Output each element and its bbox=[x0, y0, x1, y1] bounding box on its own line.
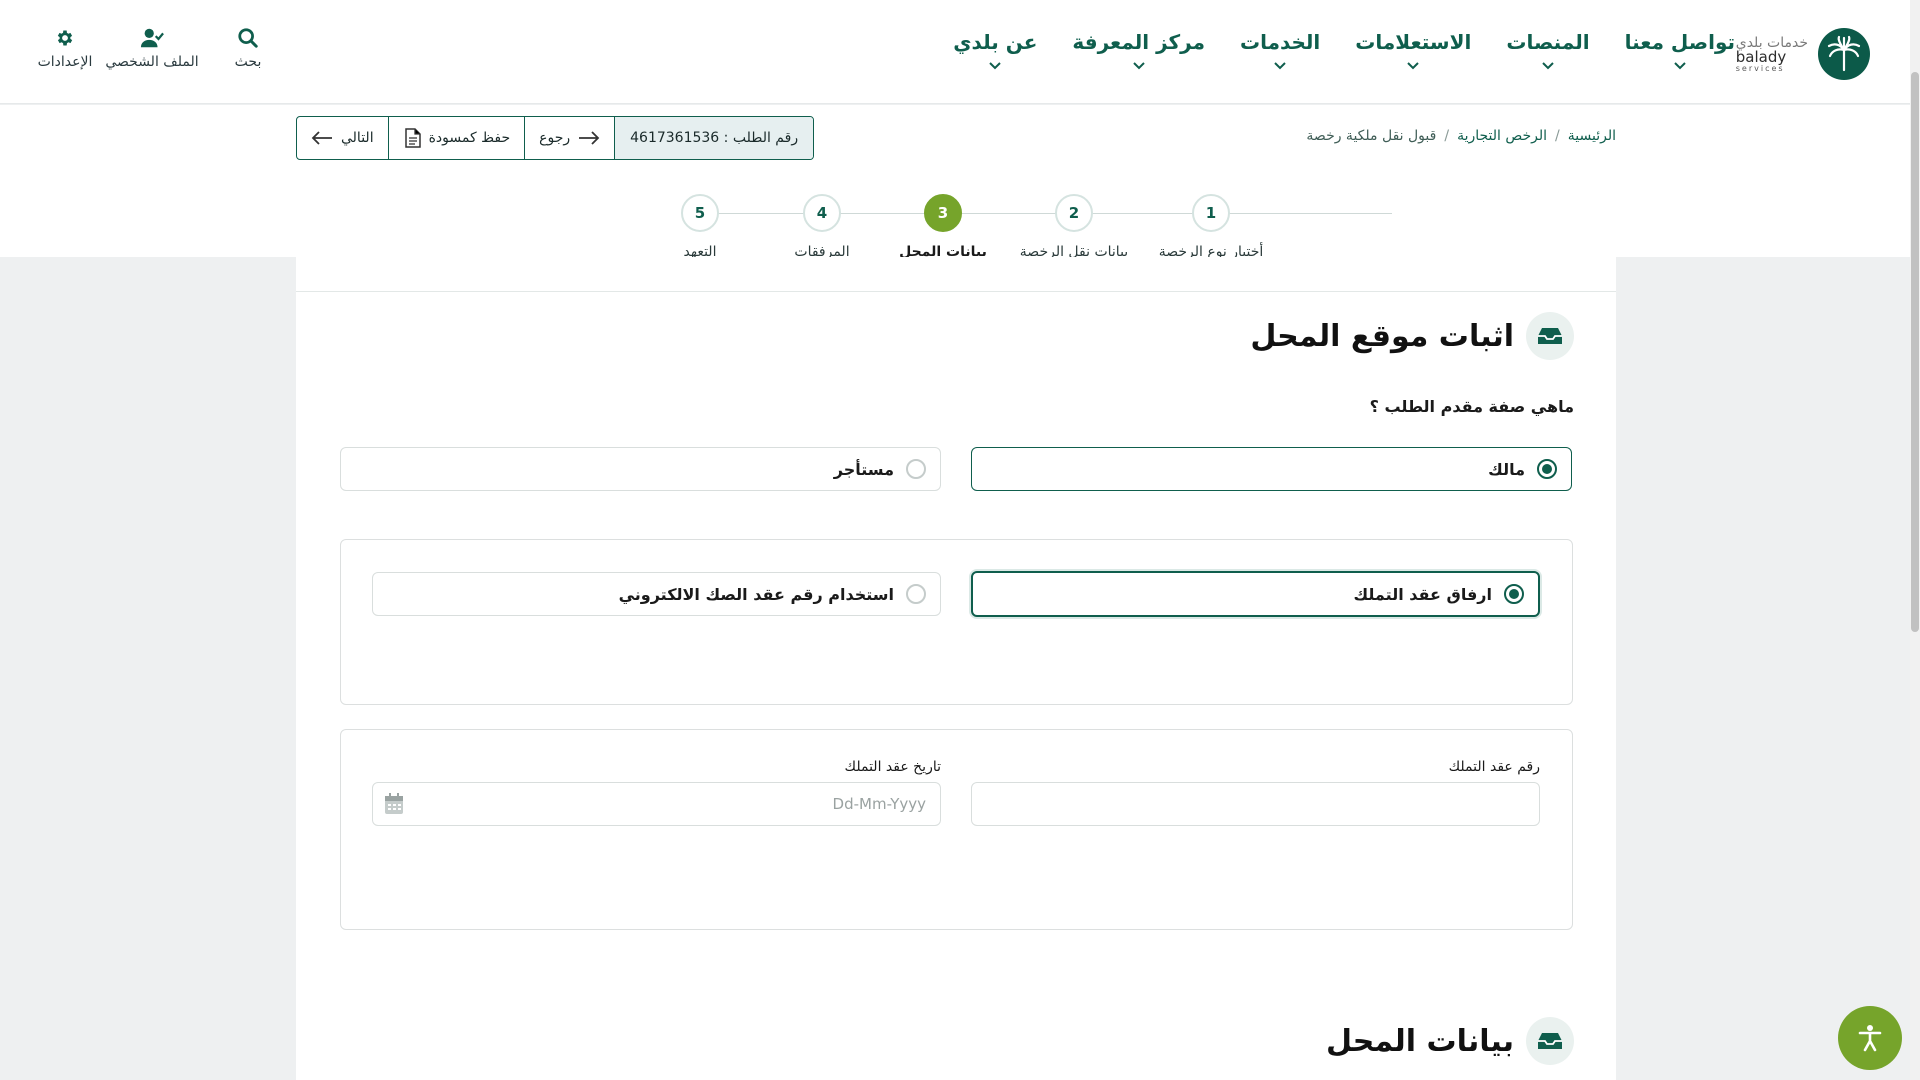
step-number: 4 bbox=[803, 194, 841, 232]
breadcrumb: الرئيسية / الرخص التجارية / قبول نقل ملك… bbox=[1306, 128, 1616, 144]
user-check-icon bbox=[140, 26, 164, 50]
nav-services[interactable]: الخدمات bbox=[1240, 30, 1320, 70]
scrollbar-thumb[interactable] bbox=[1911, 72, 1919, 632]
site-header: الإعدادات الملف الشخصي بحث عن بلدي مركز … bbox=[0, 0, 1910, 104]
profile-link[interactable]: الملف الشخصي bbox=[105, 26, 199, 70]
nav-platforms[interactable]: المنصات bbox=[1506, 30, 1590, 70]
radio-tenant[interactable]: مستأجر bbox=[340, 447, 941, 491]
contract-details-group bbox=[340, 729, 1573, 930]
palm-emblem-icon bbox=[1818, 28, 1870, 80]
page-scrollbar[interactable] bbox=[1910, 0, 1920, 1080]
radio-label: مستأجر bbox=[833, 459, 894, 479]
chevron-down-icon bbox=[1674, 62, 1686, 70]
radio-indicator bbox=[906, 459, 926, 479]
nav-label: عن بلدي bbox=[953, 30, 1038, 54]
step-number: 1 bbox=[1192, 194, 1230, 232]
request-action-bar: التالي حفظ كمسودة رجوع رقم الطلب : 46173… bbox=[296, 116, 815, 160]
radio-owner[interactable]: مالك bbox=[971, 447, 1572, 491]
arrow-right-icon bbox=[579, 131, 600, 145]
radio-label: استخدام رقم عقد الصك الالكتروني bbox=[618, 584, 894, 604]
radio-label: مالك bbox=[1488, 459, 1525, 479]
inbox-icon bbox=[1526, 312, 1574, 360]
gear-icon bbox=[53, 26, 77, 50]
radio-attach-ownership-contract[interactable]: ارفاق عقد التملك bbox=[971, 571, 1540, 617]
settings-label: الإعدادات bbox=[37, 54, 93, 70]
breadcrumb-current: قبول نقل ملكية رخصة bbox=[1306, 128, 1437, 144]
nav-label: الخدمات bbox=[1239, 30, 1321, 54]
nav-inquiries[interactable]: الاستعلامات bbox=[1355, 30, 1471, 70]
chevron-down-icon bbox=[1542, 62, 1554, 70]
next-button[interactable]: التالي bbox=[297, 117, 389, 159]
radio-indicator bbox=[1504, 584, 1524, 604]
logo-sub: services bbox=[1735, 63, 1785, 73]
balady-logo[interactable]: خدمات بلدي balady services bbox=[1736, 28, 1870, 80]
section-title-text: اثبات موقع المحل bbox=[1250, 318, 1514, 354]
breadcrumb-commercial-licenses[interactable]: الرخص التجارية bbox=[1457, 128, 1547, 144]
contract-number-input[interactable] bbox=[971, 782, 1540, 826]
nav-contact-us[interactable]: تواصل معنا bbox=[1625, 30, 1735, 70]
page-subheader bbox=[0, 105, 1910, 257]
logo-english: balady bbox=[1735, 47, 1787, 66]
section-title-shop-data: بيانات المحل bbox=[1326, 1017, 1574, 1065]
step-1[interactable]: 1 أختيار نوع الرخصة bbox=[1159, 194, 1263, 260]
contract-date-label-text: تاريخ عقد التملك bbox=[844, 759, 941, 775]
chevron-down-icon bbox=[989, 62, 1001, 70]
nav-label: مركز المعرفة bbox=[1072, 30, 1205, 54]
calendar-icon[interactable] bbox=[382, 792, 406, 816]
logo-wordmark: خدمات بلدي balady services bbox=[1736, 36, 1808, 73]
contract-number-label: رقم عقد التملك bbox=[1448, 759, 1540, 775]
accessibility-icon bbox=[1858, 1025, 1882, 1052]
nav-about-balady[interactable]: عن بلدي bbox=[953, 30, 1037, 70]
save-draft-button[interactable]: حفظ كمسودة bbox=[389, 117, 526, 159]
settings-link[interactable]: الإعدادات bbox=[34, 26, 96, 70]
radio-indicator bbox=[1537, 459, 1557, 479]
step-5[interactable]: 5 التعهد bbox=[681, 194, 719, 260]
chevron-down-icon bbox=[1274, 62, 1286, 70]
accessibility-button[interactable] bbox=[1838, 1006, 1902, 1070]
request-number: رقم الطلب : 4617361536 bbox=[615, 117, 814, 159]
next-label: التالي bbox=[341, 130, 374, 146]
section-title-text: بيانات المحل bbox=[1326, 1023, 1514, 1059]
inbox-icon bbox=[1526, 1017, 1574, 1065]
utility-links: الإعدادات الملف الشخصي بحث bbox=[34, 26, 288, 70]
back-button[interactable]: رجوع bbox=[525, 117, 616, 159]
form-card: اثبات موقع المحل ماهي صفة مقدم الطلب ؟ م… bbox=[296, 257, 1616, 1080]
document-icon bbox=[404, 128, 421, 148]
contract-date-input[interactable] bbox=[372, 782, 941, 826]
step-number: 3 bbox=[924, 194, 962, 232]
step-number: 2 bbox=[1055, 194, 1093, 232]
breadcrumb-home[interactable]: الرئيسية bbox=[1568, 128, 1616, 144]
step-number: 5 bbox=[681, 194, 719, 232]
radio-label: ارفاق عقد التملك bbox=[1353, 584, 1493, 604]
nav-label: تواصل معنا bbox=[1624, 30, 1735, 54]
section-title-location-proof: اثبات موقع المحل bbox=[1250, 312, 1574, 360]
chevron-down-icon bbox=[1407, 62, 1420, 70]
applicant-question: ماهي صفة مقدم الطلب ؟ bbox=[1369, 397, 1574, 416]
radio-electronic-deed[interactable]: استخدام رقم عقد الصك الالكتروني bbox=[372, 572, 941, 616]
nav-label: الاستعلامات bbox=[1355, 30, 1472, 54]
breadcrumb-separator: / bbox=[1444, 128, 1450, 144]
card-divider bbox=[296, 291, 1616, 292]
request-number-label: رقم الطلب : 4617361536 bbox=[630, 130, 799, 146]
back-label: رجوع bbox=[539, 130, 571, 146]
search-link[interactable]: بحث bbox=[208, 26, 288, 70]
step-2[interactable]: 2 بيانات نقل الرخصة bbox=[1020, 194, 1128, 260]
proof-method-group bbox=[340, 539, 1573, 705]
radio-indicator bbox=[906, 584, 926, 604]
arrow-left-icon bbox=[311, 131, 332, 145]
step-3[interactable]: 3 بيانات المحل bbox=[899, 194, 987, 260]
search-label: بحث bbox=[234, 54, 262, 70]
breadcrumb-separator: / bbox=[1555, 128, 1560, 144]
main-navigation: عن بلدي مركز المعرفة الخدمات الاستعلامات… bbox=[953, 30, 1735, 70]
chevron-down-icon bbox=[1132, 62, 1145, 70]
step-4[interactable]: 4 المرفقات bbox=[794, 194, 850, 260]
profile-label: الملف الشخصي bbox=[105, 54, 199, 70]
save-draft-label: حفظ كمسودة bbox=[428, 130, 511, 146]
nav-knowledge-center[interactable]: مركز المعرفة bbox=[1072, 30, 1205, 70]
search-icon bbox=[236, 26, 260, 50]
nav-label: المنصات bbox=[1506, 30, 1590, 54]
